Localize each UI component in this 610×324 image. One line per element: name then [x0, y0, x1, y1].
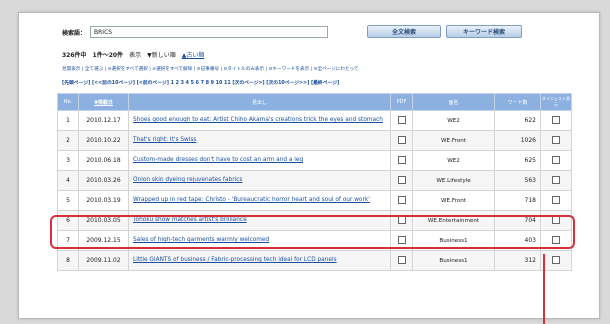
checkbox[interactable] [552, 115, 560, 124]
row-title-link[interactable]: Shoes good enough to eat: Artist Chiho A… [128, 110, 391, 131]
checkbox[interactable] [397, 195, 406, 204]
row-date: 2010.06.18 [78, 150, 129, 171]
search-row: 検索語： [62, 23, 329, 41]
options-links[interactable]: 見開表示 | 全て選ぶ | ≡選択をすべて選択 | ≡選択をすべて解除 | ≡記… [62, 66, 359, 72]
checkbox[interactable] [552, 195, 560, 204]
result-range: 1件～20件 [92, 52, 124, 59]
row-number: 1 [57, 110, 79, 131]
row-words: 625 [494, 150, 541, 171]
table-row: 8 2009.11.02 Little GIANTS of business / F… [57, 250, 572, 271]
order-oldest-link[interactable]: ▲古い順 [182, 50, 205, 59]
checkbox[interactable] [552, 255, 560, 264]
row-date: 2010.12.17 [78, 110, 129, 131]
row-number: 8 [57, 250, 79, 271]
row-section: WE.Front [412, 190, 495, 211]
search-label: 検索語： [62, 29, 87, 37]
digest-checkbox[interactable] [540, 150, 572, 171]
row-section: WE.Front [412, 130, 495, 151]
row-date: 2009.11.02 [78, 250, 129, 271]
highlight-line [543, 254, 545, 324]
table-row: 5 2010.03.19 Wrapped up in red tape: Chris… [57, 190, 572, 211]
digest-checkbox[interactable] [540, 130, 572, 151]
result-count-row: 326件中 1件～20件 表示 ▼新しい順 ▲古い順 [62, 50, 204, 59]
row-date: 2010.03.26 [78, 170, 129, 191]
row-title-link[interactable]: Onion skin dyeing rejuvenates fabrics [128, 170, 391, 191]
table-header-row: No. ▼掲載日 見出し PDF 面名 ワード数 ダイジェスト表示 [57, 93, 572, 111]
col-no: No. [57, 93, 79, 111]
table-row: 1 2010.12.17 Shoes good enough to eat: Art… [57, 110, 572, 131]
result-count: 326件中 [62, 52, 87, 59]
row-section: WE2 [412, 110, 495, 131]
row-title-link[interactable]: That's right: It's Swiss [128, 130, 391, 151]
order-newest[interactable]: ▼新しい順 [147, 50, 176, 59]
pdf-checkbox[interactable] [390, 110, 413, 131]
pdf-checkbox[interactable] [390, 170, 413, 191]
row-title-link[interactable]: Wrapped up in red tape: Christo - 'Burea… [128, 190, 391, 211]
checkbox[interactable] [397, 255, 406, 264]
highlight-box [50, 215, 575, 249]
checkbox[interactable] [397, 175, 406, 184]
row-section: WE2 [412, 150, 495, 171]
row-date: 2010.10.22 [78, 130, 129, 151]
row-words: 563 [494, 170, 541, 191]
pdf-checkbox[interactable] [390, 150, 413, 171]
checkbox[interactable] [552, 175, 560, 184]
checkbox[interactable] [552, 135, 560, 144]
checkbox[interactable] [397, 135, 406, 144]
keyword-search-button[interactable]: キーワード検索 [446, 25, 522, 38]
row-words: 1026 [494, 130, 541, 151]
col-pdf: PDF [390, 93, 413, 111]
table-row: 4 2010.03.26 Onion skin dyeing rejuvenates… [57, 170, 572, 191]
table-row: 2 2010.10.22 That's right: It's Swiss WE.Fr… [57, 130, 572, 151]
row-words: 718 [494, 190, 541, 211]
row-section: WE.Lifestyle [412, 170, 495, 191]
row-number: 3 [57, 150, 79, 171]
row-words: 622 [494, 110, 541, 131]
row-section: Business1 [412, 250, 495, 271]
row-number: 5 [57, 190, 79, 211]
pdf-checkbox[interactable] [390, 130, 413, 151]
col-section: 面名 [412, 93, 495, 111]
pdf-checkbox[interactable] [390, 190, 413, 211]
row-title-link[interactable]: Custom-made dresses don't have to cost a… [128, 150, 391, 171]
row-title-link[interactable]: Little GIANTS of business / Fabric-proce… [128, 250, 391, 271]
digest-checkbox[interactable] [540, 190, 572, 211]
col-digest: ダイジェスト表示 [540, 93, 572, 111]
digest-checkbox[interactable] [540, 170, 572, 191]
col-words: ワード数 [494, 93, 541, 111]
row-words: 312 [494, 250, 541, 271]
search-input[interactable] [90, 26, 329, 38]
col-title: 見出し [128, 93, 391, 111]
row-number: 4 [57, 170, 79, 191]
checkbox[interactable] [397, 155, 406, 164]
digest-checkbox[interactable] [540, 110, 572, 131]
fulltext-search-button[interactable]: 全文検索 [367, 25, 441, 38]
pagination[interactable]: [先頭ページ] [<<前の10ページ] [<前のページ] 1 2 3 4 5 6… [62, 79, 339, 86]
checkbox[interactable] [397, 115, 406, 124]
checkbox[interactable] [552, 155, 560, 164]
row-number: 2 [57, 130, 79, 151]
display-label: 表示 [129, 52, 142, 59]
row-date: 2010.03.19 [78, 190, 129, 211]
pdf-checkbox[interactable] [390, 250, 413, 271]
col-date-sort[interactable]: ▼掲載日 [78, 93, 129, 111]
table-row: 3 2010.06.18 Custom-made dresses don't hav… [57, 150, 572, 171]
digest-checkbox[interactable] [540, 250, 572, 271]
